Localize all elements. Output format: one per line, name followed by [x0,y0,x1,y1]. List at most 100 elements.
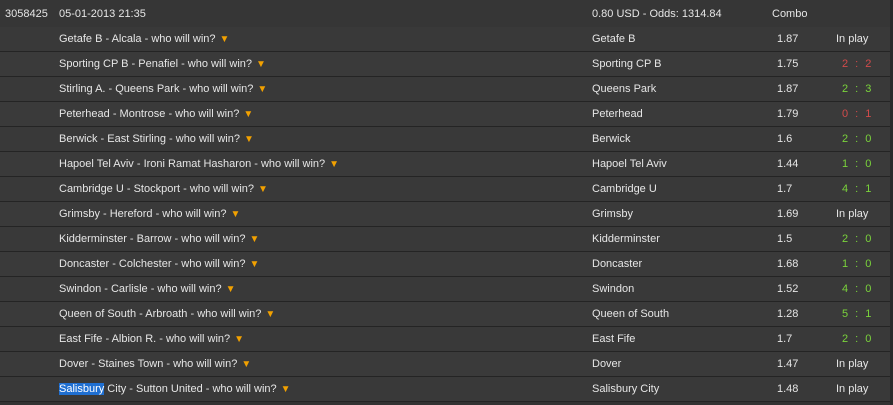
table-row[interactable]: Salisbury City - Sutton United - who wil… [0,377,893,402]
selection-pick: Grimsby [592,208,633,220]
dropdown-arrow-icon[interactable]: ▼ [257,84,267,95]
match-label[interactable]: Dover - Staines Town - who will win? ▼ [59,358,251,370]
table-row[interactable]: Getafe B - Alcala - who will win? ▼ Getafe… [0,27,893,52]
match-text: Stirling A. - Queens Park - who will win… [59,83,254,95]
selection-status: 2 : 2 [842,58,874,70]
dropdown-arrow-icon[interactable]: ▼ [329,159,339,170]
selection-odds: 1.87 [777,33,799,45]
selection-odds: 1.69 [777,208,799,220]
selection-status: In play [836,33,869,45]
selection-odds: 1.52 [777,283,799,295]
match-text: Dover - Staines Town - who will win? [59,358,238,370]
selection-pick: Dover [592,358,622,370]
match-text: Kidderminster - Barrow - who will win? [59,233,246,245]
selection-odds: 1.47 [777,358,799,370]
dropdown-arrow-icon[interactable]: ▼ [226,284,236,295]
selection-odds: 1.68 [777,258,799,270]
match-label[interactable]: Hapoel Tel Aviv - Ironi Ramat Hasharon -… [59,158,339,170]
match-label[interactable]: Salisbury City - Sutton United - who wil… [59,383,291,395]
ticket-id: 3058425 [5,8,48,20]
dropdown-arrow-icon[interactable]: ▼ [281,384,291,395]
table-row[interactable]: Sporting CP B - Penafiel - who will win?… [0,52,893,77]
selection-pick: Berwick [592,133,631,145]
selection-list: Getafe B - Alcala - who will win? ▼ Getafe… [0,27,893,402]
dropdown-arrow-icon[interactable]: ▼ [234,334,244,345]
table-row[interactable]: Swindon - Carlisle - who will win? ▼ Swind… [0,277,893,302]
stake-and-odds: 0.80 USD - Odds: 1314.84 [592,8,722,20]
dropdown-arrow-icon[interactable]: ▼ [256,59,266,70]
selection-odds: 1.87 [777,83,799,95]
match-label[interactable]: Cambridge U - Stockport - who will win? ▼ [59,183,268,195]
dropdown-arrow-icon[interactable]: ▼ [258,184,268,195]
dropdown-arrow-icon[interactable]: ▼ [243,109,253,120]
selection-odds: 1.6 [777,133,793,145]
match-text: Berwick - East Stirling - who will win? [59,133,240,145]
match-label[interactable]: Getafe B - Alcala - who will win? ▼ [59,33,229,45]
bet-ticket: 3058425 05-01-2013 21:35 0.80 USD - Odds… [0,0,893,405]
dropdown-arrow-icon[interactable]: ▼ [244,134,254,145]
selection-odds: 1.48 [777,383,799,395]
selection-pick: Salisbury City [592,383,660,395]
selection-pick: Queen of South [592,308,670,320]
dropdown-arrow-icon[interactable]: ▼ [230,209,240,220]
table-row[interactable]: Kidderminster - Barrow - who will win? ▼ K… [0,227,893,252]
selection-status: 4 : 0 [842,283,874,295]
selection-pick: Peterhead [592,108,643,120]
match-text: Hapoel Tel Aviv - Ironi Ramat Hasharon -… [59,158,326,170]
selection-status: In play [836,383,869,395]
match-text: Queen of South - Arbroath - who will win… [59,308,262,320]
match-label[interactable]: Swindon - Carlisle - who will win? ▼ [59,283,236,295]
selection-pick: Cambridge U [592,183,657,195]
table-row[interactable]: Queen of South - Arbroath - who will win… [0,302,893,327]
match-label[interactable]: Kidderminster - Barrow - who will win? ▼ [59,233,259,245]
match-label[interactable]: Peterhead - Montrose - who will win? ▼ [59,108,253,120]
selection-pick: Kidderminster [592,233,660,245]
dropdown-arrow-icon[interactable]: ▼ [265,309,275,320]
match-label[interactable]: Stirling A. - Queens Park - who will win… [59,83,267,95]
match-label[interactable]: Doncaster - Colchester - who will win? ▼ [59,258,259,270]
dropdown-arrow-icon[interactable]: ▼ [249,234,259,245]
selection-pick: Doncaster [592,258,643,270]
table-row[interactable]: Cambridge U - Stockport - who will win? ▼… [0,177,893,202]
selection-status: 2 : 0 [842,233,874,245]
match-text: Doncaster - Colchester - who will win? [59,258,246,270]
selection-pick: Hapoel Tel Aviv [592,158,667,170]
match-text: Sporting CP B - Penafiel - who will win? [59,58,252,70]
selection-pick: Swindon [592,283,635,295]
selected-text: Salisbury [59,383,105,395]
table-row[interactable]: Dover - Staines Town - who will win? ▼ Dov… [0,352,893,377]
table-row[interactable]: East Fife - Albion R. - who will win? ▼ Ea… [0,327,893,352]
match-text: Swindon - Carlisle - who will win? [59,283,222,295]
selection-status: In play [836,208,869,220]
ticket-header: 3058425 05-01-2013 21:35 0.80 USD - Odds… [0,0,893,28]
selection-odds: 1.5 [777,233,793,245]
selection-status: 2 : 0 [842,133,874,145]
dropdown-arrow-icon[interactable]: ▼ [249,259,259,270]
selection-pick: Queens Park [592,83,657,95]
selection-odds: 1.44 [777,158,799,170]
match-text: East Fife - Albion R. - who will win? [59,333,231,345]
selection-status: 1 : 0 [842,158,874,170]
table-row[interactable]: Hapoel Tel Aviv - Ironi Ramat Hasharon -… [0,152,893,177]
selection-odds: 1.79 [777,108,799,120]
selection-odds: 1.7 [777,183,793,195]
dropdown-arrow-icon[interactable]: ▼ [220,34,230,45]
selection-odds: 1.75 [777,58,799,70]
selection-pick: Sporting CP B [592,58,662,70]
table-row[interactable]: Grimsby - Hereford - who will win? ▼ Grims… [0,202,893,227]
dropdown-arrow-icon[interactable]: ▼ [241,359,251,370]
match-text: Peterhead - Montrose - who will win? [59,108,240,120]
ticket-datetime: 05-01-2013 21:35 [59,8,146,20]
table-row[interactable]: Stirling A. - Queens Park - who will win… [0,77,893,102]
selection-status: 1 : 0 [842,258,874,270]
match-label[interactable]: Sporting CP B - Penafiel - who will win?… [59,58,266,70]
table-row[interactable]: Peterhead - Montrose - who will win? ▼ Pet… [0,102,893,127]
match-label[interactable]: Berwick - East Stirling - who will win? ▼ [59,133,254,145]
match-label[interactable]: East Fife - Albion R. - who will win? ▼ [59,333,244,345]
match-text: Grimsby - Hereford - who will win? [59,208,227,220]
table-row[interactable]: Berwick - East Stirling - who will win? ▼… [0,127,893,152]
match-label[interactable]: Grimsby - Hereford - who will win? ▼ [59,208,240,220]
match-label[interactable]: Queen of South - Arbroath - who will win… [59,308,275,320]
selection-status: 2 : 3 [842,83,874,95]
table-row[interactable]: Doncaster - Colchester - who will win? ▼ D… [0,252,893,277]
